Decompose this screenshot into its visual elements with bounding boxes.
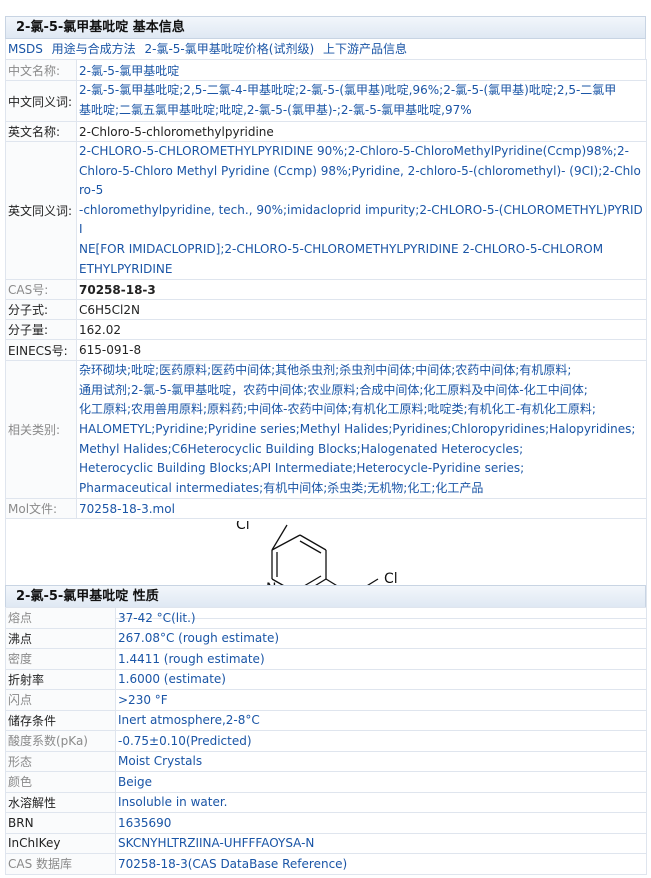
label-cas-database: CAS 数据库 [5,853,116,875]
basic-info-header: 2-氯-5-氯甲基吡啶 基本信息 [5,16,646,39]
value-cn-synonyms: 2-氯-5-氯甲基吡啶;2,5-二氯-4-甲基吡啶;2-氯-5-(氯甲基)吡啶,… [76,80,647,122]
row-en-name: 英文名称: 2-Chloro-5-chloromethylpyridine [5,121,647,142]
label-einecs: EINECS号: [5,339,77,362]
value-mol[interactable]: 70258-18-3.mol [76,498,647,520]
label-formula: 分子式: [5,299,77,321]
value-brn: 1635690 [115,812,647,834]
value-color: Beige [115,771,647,793]
value-density: 1.4411 (rough estimate) [115,648,647,670]
en-synonyms-line: Chloro-5-Chloro Methyl Pyridine (Ccmp) 9… [79,163,641,198]
row-en-synonyms: 英文同义词: 2-CHLORO-5-CHLOROMETHYLPYRIDINE 9… [5,140,647,281]
en-synonyms-line: NE[FOR IMIDACLOPRID];2-CHLORO-5-CHLOROME… [79,241,604,256]
label-cn-synonyms: 中文同义词: [5,80,77,122]
category-line[interactable]: HALOMETYL;Pyridine;Pyridine series;Methy… [79,420,644,440]
value-form: Moist Crystals [115,750,647,772]
value-melting-point: 37-42 °C(lit.) [115,607,647,629]
value-refractive-index: 1.6000 (estimate) [115,668,647,690]
row-formula: 分子式: C6H5Cl2N [5,299,647,321]
value-en-name: 2-Chloro-5-chloromethylpyridine [76,121,647,142]
label-flash-point: 闪点 [5,689,116,711]
row-cn-synonyms: 中文同义词: 2-氯-5-氯甲基吡啶;2,5-二氯-4-甲基吡啶;2-氯-5-(… [5,80,647,122]
atom-cl-top: Cl [236,521,250,533]
sub-links-bar: MSDS 用途与合成方法 2-氯-5-氯甲基吡啶价格(试剂级) 上下游产品信息 [5,39,646,59]
properties-table: 熔点 37-42 °C(lit.) 沸点 267.08°C (rough estima… [5,607,647,875]
category-line[interactable]: 杂环砌块;吡啶;医药原料;医药中间体;其他杀虫剂;杀虫剂中间体;中间体;农药中间… [79,362,644,381]
row-density: 密度 1.4411 (rough estimate) [5,648,647,670]
value-en-synonyms: 2-CHLORO-5-CHLOROMETHYLPYRIDINE 90%;2-Ch… [76,140,647,281]
category-line[interactable]: Pharmaceutical intermediates;有机中间体;杀虫类;无… [79,479,644,498]
en-synonyms-line: -chloromethylpyridine, tech., 90%;imidac… [79,202,643,237]
page: 2-氯-5-氯甲基吡啶 基本信息 MSDS 用途与合成方法 2-氯-5-氯甲基吡… [0,0,651,878]
msds-link[interactable]: MSDS [8,42,43,56]
related-products-link[interactable]: 上下游产品信息 [323,42,407,56]
row-cas: CAS号: 70258-18-3 [5,279,647,301]
en-synonyms-line: 2-CHLORO-5-CHLOROMETHYLPYRIDINE 90%;2-Ch… [79,144,629,158]
label-density: 密度 [5,648,116,670]
value-mw: 162.02 [76,319,647,341]
value-einecs: 615-091-8 [76,339,647,362]
label-water-solubility: 水溶解性 [5,791,116,813]
row-mol: Mol文件: 70258-18-3.mol [5,498,647,520]
value-formula: C6H5Cl2N [76,299,647,321]
row-form: 形态 Moist Crystals [5,750,647,772]
row-einecs: EINECS号: 615-091-8 [5,339,647,362]
label-cas: CAS号: [5,279,77,301]
label-inchikey: InChIKey [5,832,116,854]
row-brn: BRN 1635690 [5,812,647,834]
row-pka: 酸度系数(pKa) -0.75±0.10(Predicted) [5,730,647,752]
label-color: 颜色 [5,771,116,793]
label-cn-name: 中文名称: [5,59,77,81]
label-mw: 分子量: [5,319,77,341]
price-link[interactable]: 2-氯-5-氯甲基吡啶价格(试剂级) [145,42,315,56]
category-line[interactable]: Heterocyclic Building Blocks;API Interme… [79,459,644,479]
value-flash-point: >230 °F [115,689,647,711]
value-categories: 杂环砌块;吡啶;医药原料;医药中间体;其他杀虫剂;杀虫剂中间体;中间体;农药中间… [76,360,647,500]
row-storage-conditions: 储存条件 Inert atmosphere,2-8°C [5,709,647,731]
label-melting-point: 熔点 [5,607,116,629]
label-categories: 相关类别: [5,360,77,500]
row-cas-database: CAS 数据库 70258-18-3(CAS DataBase Reference… [5,853,647,875]
value-cn-name[interactable]: 2-氯-5-氯甲基吡啶 [76,59,647,81]
label-form: 形态 [5,750,116,772]
category-line[interactable]: Methyl Halides;C6Heterocyclic Building B… [79,440,644,460]
row-color: 颜色 Beige [5,771,647,793]
label-storage-conditions: 储存条件 [5,709,116,731]
label-brn: BRN [5,812,116,834]
row-melting-point: 熔点 37-42 °C(lit.) [5,607,647,629]
category-line[interactable]: 化工原料;农用兽用原料;原料药;中间体-农药中间体;有机化工原料;吡啶类;有机化… [79,400,644,420]
cn-synonyms-line: 基吡啶;二氯五氯甲基吡啶;吡啶,2-氯-5-(氯甲基)-;2-氯-5-氯甲基吡啶… [79,103,472,117]
value-cas: 70258-18-3 [76,279,647,301]
row-categories: 相关类别: 杂环砌块;吡啶;医药原料;医药中间体;其他杀虫剂;杀虫剂中间体;中间… [5,360,647,500]
row-inchikey: InChIKey SKCNYHLTRZIINA-UHFFFAOYSA-N [5,832,647,854]
label-en-synonyms: 英文同义词: [5,140,77,281]
row-cn-name: 中文名称: 2-氯-5-氯甲基吡啶 [5,59,647,81]
basic-info-table: 中文名称: 2-氯-5-氯甲基吡啶 中文同义词: 2-氯-5-氯甲基吡啶;2,5… [5,59,647,620]
label-boiling-point: 沸点 [5,627,116,649]
label-refractive-index: 折射率 [5,668,116,690]
label-pka: 酸度系数(pKa) [5,730,116,752]
row-flash-point: 闪点 >230 °F [5,689,647,711]
uses-synthesis-link[interactable]: 用途与合成方法 [52,42,136,56]
value-boiling-point: 267.08°C (rough estimate) [115,627,647,649]
value-water-solubility: Insoluble in water. [115,791,647,813]
value-storage-conditions: Inert atmosphere,2-8°C [115,709,647,731]
row-refractive-index: 折射率 1.6000 (estimate) [5,668,647,690]
row-mw: 分子量: 162.02 [5,319,647,341]
row-boiling-point: 沸点 267.08°C (rough estimate) [5,627,647,649]
en-synonyms-line: ETHYLPYRIDINE [79,261,173,276]
label-mol: Mol文件: [5,498,77,520]
cn-synonyms-line: 2-氯-5-氯甲基吡啶;2,5-二氯-4-甲基吡啶;2-氯-5-(氯甲基)吡啶,… [79,83,617,98]
category-line[interactable]: 通用试剂;2-氯-5-氯甲基吡啶，农药中间体;农业原料;合成中间体;化工原料及中… [79,381,644,401]
row-water-solubility: 水溶解性 Insoluble in water. [5,791,647,813]
properties-header: 2-氯-5-氯甲基吡啶 性质 [5,585,646,608]
value-inchikey: SKCNYHLTRZIINA-UHFFFAOYSA-N [115,832,647,854]
value-cas-database[interactable]: 70258-18-3(CAS DataBase Reference) [115,853,647,875]
value-pka: -0.75±0.10(Predicted) [115,730,647,752]
label-en-name: 英文名称: [5,121,77,142]
